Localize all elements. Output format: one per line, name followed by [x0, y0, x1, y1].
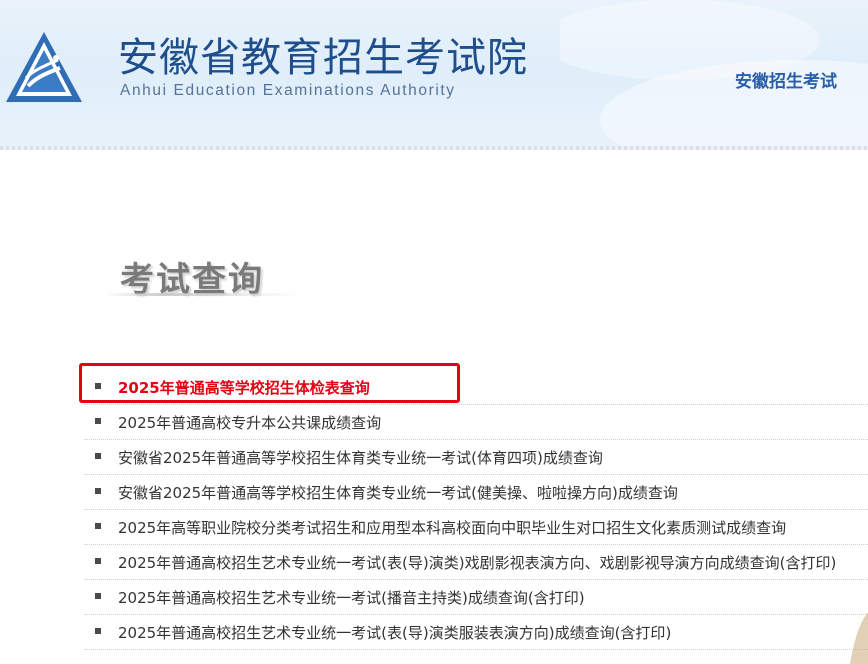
bullet-icon [95, 523, 101, 529]
list-item[interactable]: 安徽省2025年普通高等学校招生体育类专业统一考试(健美操、啦啦操方向)成绩查询 [84, 475, 868, 510]
list-item[interactable]: 2025年普通高校招生艺术专业统一考试(表(导)演类服装表演方向)成绩查询(含打… [84, 615, 868, 650]
list-item-link[interactable]: 安徽省2025年普通高等学校招生体育类专业统一考试(健美操、啦啦操方向)成绩查询 [118, 482, 678, 503]
list-item[interactable]: 2025年普通高校招生艺术专业统一考试(播音主持类)成绩查询(含打印) [84, 580, 868, 615]
bullet-icon [95, 593, 101, 599]
page: 安徽省教育招生考试院 Anhui Education Examinations … [0, 0, 868, 664]
bullet-icon [95, 628, 101, 634]
list-item-link[interactable]: 2025年普通高校招生艺术专业统一考试(表(导)演类)戏剧影视表演方向、戏剧影视… [118, 552, 836, 573]
list-item-link[interactable]: 2025年普通高校招生艺术专业统一考试(播音主持类)成绩查询(含打印) [118, 587, 585, 608]
list-item-link[interactable]: 2025年普通高等学校招生体检表查询 [118, 377, 370, 398]
list-item[interactable]: 2025年普通高等学校招生体检表查询 [84, 370, 868, 405]
list-item-link[interactable]: 2025年高等职业院校分类考试招生和应用型本科高校面向中职毕业生对口招生文化素质… [118, 517, 786, 538]
list-item[interactable]: 2025年普通高校招生艺术专业统一考试(表(导)演类)戏剧影视表演方向、戏剧影视… [84, 545, 868, 580]
query-list: 2025年普通高等学校招生体检表查询 2025年普通高校专升本公共课成绩查询 安… [84, 370, 868, 650]
bullet-icon [95, 488, 101, 494]
bullet-icon [95, 418, 101, 424]
list-item[interactable]: 2025年普通高校专升本公共课成绩查询 [84, 405, 868, 440]
corner-decoration [850, 612, 868, 664]
site-header: 安徽省教育招生考试院 Anhui Education Examinations … [0, 0, 868, 150]
site-title: 安徽省教育招生考试院 [118, 35, 528, 81]
site-subtitle: Anhui Education Examinations Authority [120, 82, 456, 99]
list-item[interactable]: 安徽省2025年普通高等学校招生体育类专业统一考试(体育四项)成绩查询 [84, 440, 868, 475]
list-item[interactable]: 2025年高等职业院校分类考试招生和应用型本科高校面向中职毕业生对口招生文化素质… [84, 510, 868, 545]
list-item-link[interactable]: 安徽省2025年普通高等学校招生体育类专业统一考试(体育四项)成绩查询 [118, 447, 603, 468]
logo-icon [6, 32, 82, 102]
bullet-icon [95, 558, 101, 564]
header-nav-link[interactable]: 安徽招生考试 [735, 67, 837, 92]
bullet-icon [95, 453, 101, 459]
list-item-link[interactable]: 2025年普通高校专升本公共课成绩查询 [118, 412, 381, 433]
section-title-underline [104, 293, 304, 296]
list-item-link[interactable]: 2025年普通高校招生艺术专业统一考试(表(导)演类服装表演方向)成绩查询(含打… [118, 622, 671, 643]
bullet-icon [95, 383, 101, 389]
